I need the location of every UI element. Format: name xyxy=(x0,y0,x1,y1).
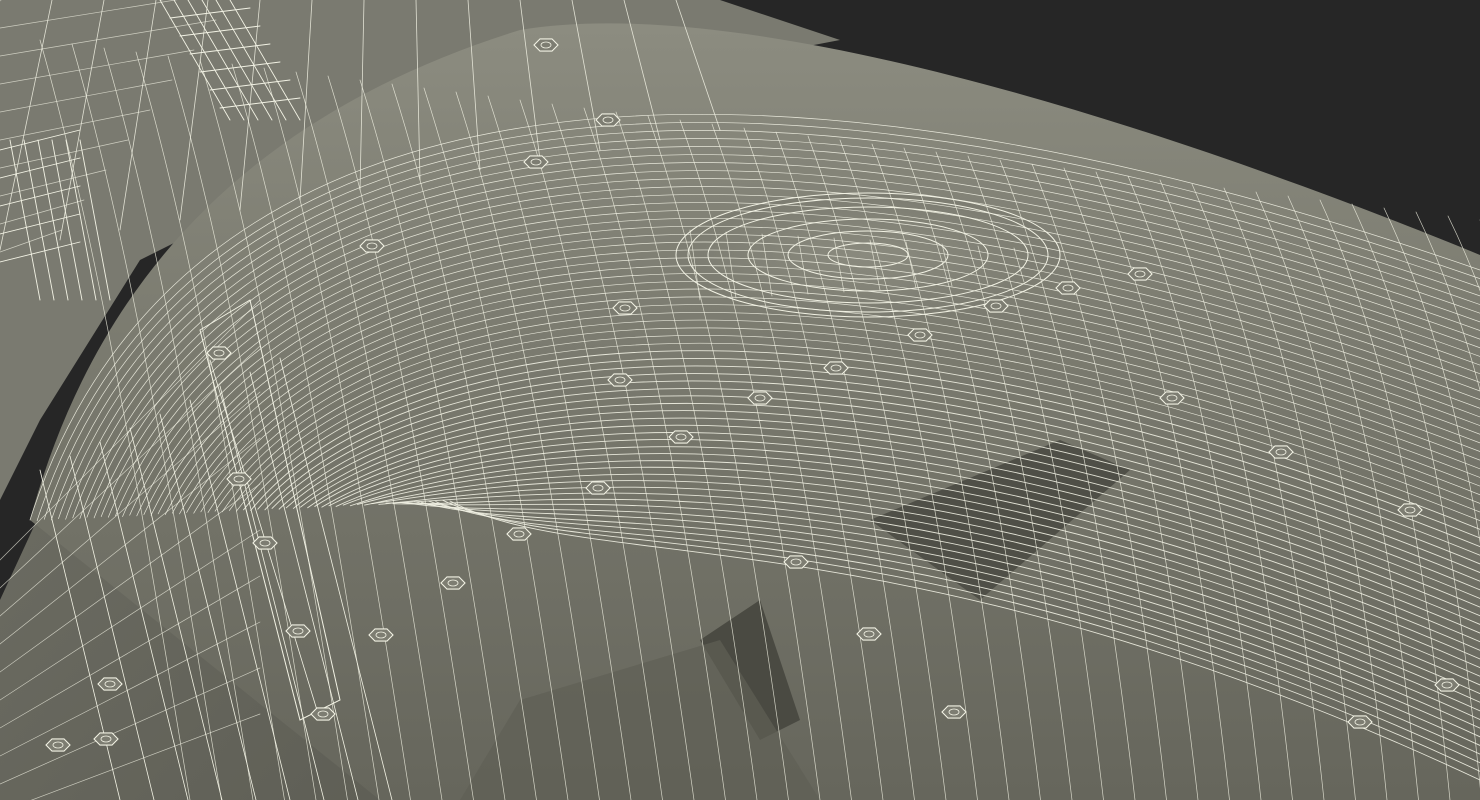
bolt-marker xyxy=(612,301,638,315)
bolt-marker xyxy=(1127,267,1153,281)
bolt-marker xyxy=(856,627,882,641)
wireframe-render xyxy=(0,0,1480,800)
bolt-marker xyxy=(941,705,967,719)
bolt-marker xyxy=(206,346,232,360)
bolt-marker xyxy=(983,299,1009,313)
bolt-marker xyxy=(45,738,71,752)
bolt-marker xyxy=(252,536,278,550)
bolt-marker xyxy=(1159,391,1185,405)
bolt-marker xyxy=(595,113,621,127)
bolt-marker xyxy=(907,328,933,342)
bolt-marker xyxy=(368,628,394,642)
bolt-marker xyxy=(747,391,773,405)
bolt-marker xyxy=(506,527,532,541)
bolt-marker xyxy=(1268,445,1294,459)
bolt-marker xyxy=(440,576,466,590)
bolt-marker xyxy=(533,38,559,52)
bolt-marker xyxy=(1434,678,1460,692)
bolt-marker xyxy=(310,707,336,721)
render-viewport xyxy=(0,0,1480,800)
bolt-marker xyxy=(607,373,633,387)
bolt-marker xyxy=(93,732,119,746)
bolt-marker xyxy=(668,430,694,444)
bolt-marker xyxy=(1397,503,1423,517)
bolt-marker xyxy=(285,624,311,638)
bolt-marker xyxy=(1055,281,1081,295)
bolt-marker xyxy=(523,155,549,169)
bolt-marker xyxy=(97,677,123,691)
bolt-marker xyxy=(783,555,809,569)
bolt-marker xyxy=(585,481,611,495)
bolt-marker xyxy=(359,239,385,253)
bolt-marker xyxy=(1347,715,1373,729)
bolt-marker xyxy=(823,361,849,375)
bolt-marker xyxy=(226,472,252,486)
